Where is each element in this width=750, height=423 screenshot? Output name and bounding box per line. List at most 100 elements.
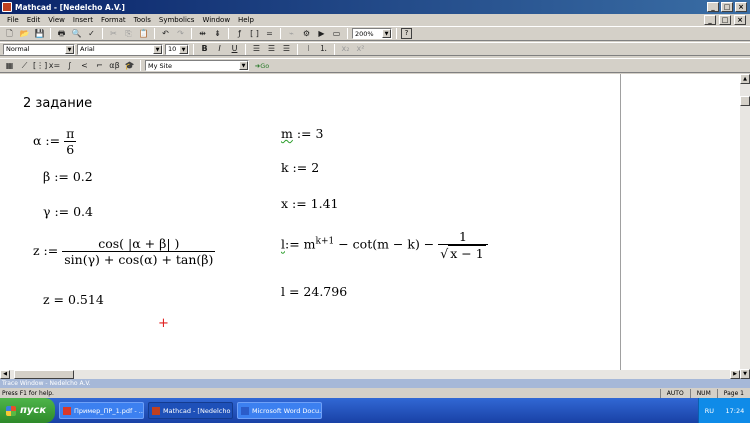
site-value: My Site (148, 61, 173, 70)
alpha-definition[interactable]: α := π 6 (33, 126, 77, 157)
k-definition[interactable]: k := 2 (281, 160, 319, 175)
superscript-icon[interactable]: x² (354, 43, 367, 55)
menu-insert[interactable]: Insert (69, 16, 97, 24)
italic-button[interactable]: I (213, 43, 226, 55)
menu-edit[interactable]: Edit (23, 16, 45, 24)
menu-help[interactable]: Help (234, 16, 258, 24)
chevron-down-icon[interactable]: ▼ (382, 29, 391, 38)
tray-clock[interactable]: 17:24 (726, 407, 745, 415)
horizontal-scrollbar[interactable]: ◀ ▶ (0, 370, 740, 379)
pdf-icon (63, 406, 71, 415)
x-definition[interactable]: x := 1.41 (281, 196, 339, 211)
font-size-combo[interactable]: 10 ▼ (165, 43, 189, 55)
matrix-icon[interactable]: [⋮] (33, 60, 47, 72)
l-definition[interactable]: l:= mk+1 − cot(m − k) − 1 √ x − 1 (281, 229, 488, 261)
chevron-down-icon[interactable]: ▼ (239, 61, 248, 70)
subscript-icon[interactable]: x₂ (339, 43, 352, 55)
underline-button[interactable]: U (228, 43, 241, 55)
bold-button[interactable]: B (198, 43, 211, 55)
print-preview-icon[interactable]: 🔍 (70, 28, 83, 40)
print-icon[interactable]: 🖶 (55, 28, 68, 40)
redo-icon[interactable]: ↷ (174, 28, 187, 40)
menu-bar: File Edit View Insert Format Tools Symbo… (0, 14, 750, 25)
menu-symbolics[interactable]: Symbolics (155, 16, 199, 24)
menu-view[interactable]: View (44, 16, 69, 24)
menu-tools[interactable]: Tools (130, 16, 155, 24)
language-indicator[interactable]: RU (705, 407, 714, 415)
symbolic-icon[interactable]: 🎓 (123, 60, 136, 72)
z-result[interactable]: z = 0.514 (43, 292, 104, 307)
calculus-icon[interactable]: ∫ (63, 60, 76, 72)
gamma-definition[interactable]: γ := 0.4 (43, 204, 93, 219)
align-down-icon[interactable]: ⇟ (211, 28, 224, 40)
task-word[interactable]: Microsoft Word Docu... (237, 402, 322, 419)
minimize-button[interactable]: _ (707, 2, 719, 12)
font-combo[interactable]: Arial ▼ (77, 43, 163, 55)
close-button[interactable]: × (735, 2, 747, 12)
vertical-scroll-thumb[interactable] (740, 96, 750, 106)
style-combo[interactable]: Normal ▼ (3, 43, 75, 55)
menu-file[interactable]: File (3, 16, 23, 24)
align-left-icon[interactable]: ☰ (250, 43, 263, 55)
scroll-right-icon[interactable]: ▶ (730, 370, 740, 379)
new-document-icon[interactable]: 🗋 (3, 28, 16, 40)
alpha-denominator: 6 (64, 141, 77, 157)
greek-icon[interactable]: αβ (108, 60, 121, 72)
mathcad-app-icon[interactable] (2, 2, 12, 12)
go-button[interactable]: ➜Go (251, 60, 273, 72)
spell-check-icon[interactable]: ✓ (85, 28, 98, 40)
menu-format[interactable]: Format (97, 16, 130, 24)
z-definition[interactable]: z := cos( |α + β| ) sin(γ) + cos(α) + ta… (33, 236, 216, 267)
insert-function-icon[interactable]: ƒ (233, 28, 246, 40)
trace-window-bar[interactable]: Trace Window - Nedelcho A.V. (0, 379, 750, 388)
save-icon[interactable]: 💾 (33, 28, 46, 40)
help-button[interactable]: ? (401, 28, 412, 39)
vertical-scrollbar[interactable]: ▲ ▼ (740, 74, 750, 379)
menu-window[interactable]: Window (198, 16, 234, 24)
copy-icon[interactable]: ⎘ (122, 28, 135, 40)
doc-close-button[interactable]: × (734, 14, 746, 25)
chevron-down-icon[interactable]: ▼ (65, 44, 74, 54)
open-folder-icon[interactable]: 📂 (18, 28, 31, 40)
window-title: Mathcad - [Nedelcho A.V.] (15, 2, 125, 12)
undo-icon[interactable]: ↶ (159, 28, 172, 40)
component-wizard-icon[interactable]: ⚙ (300, 28, 313, 40)
page-margin-line (620, 74, 621, 370)
scroll-left-icon[interactable]: ◀ (0, 370, 10, 379)
programming-icon[interactable]: ⌐ (93, 60, 106, 72)
start-button[interactable]: пуск (0, 398, 55, 423)
calculator-icon[interactable]: ▦ (3, 60, 16, 72)
task-pdf[interactable]: Пример_ПР_1.pdf - ... (59, 402, 144, 419)
m-definition[interactable]: m := 3 (281, 126, 323, 141)
bullets-icon[interactable]: ⁝ (302, 43, 315, 55)
l-result[interactable]: l = 24.796 (281, 284, 347, 299)
calculate-icon[interactable]: = (263, 28, 276, 40)
boolean-icon[interactable]: < (78, 60, 91, 72)
scroll-down-icon[interactable]: ▼ (740, 369, 750, 379)
task-mathcad[interactable]: Mathcad - [Nedelcho ... (148, 402, 233, 419)
resource-center-icon[interactable]: ▭ (330, 28, 343, 40)
horizontal-scroll-thumb[interactable] (14, 370, 74, 379)
numbering-icon[interactable]: ⒈ (317, 43, 330, 55)
graph-icon[interactable]: ⟋ (18, 60, 31, 72)
cut-icon[interactable]: ✂ (107, 28, 120, 40)
paste-icon[interactable]: 📋 (137, 28, 150, 40)
doc-minimize-button[interactable]: _ (704, 14, 716, 25)
chevron-down-icon[interactable]: ▼ (179, 44, 188, 54)
insert-hyperlink-icon[interactable]: ⌁ (285, 28, 298, 40)
beta-definition[interactable]: β := 0.2 (43, 169, 93, 184)
maximize-button[interactable]: □ (721, 2, 733, 12)
evaluation-icon[interactable]: x= (48, 60, 61, 72)
run-icon[interactable]: ▶ (315, 28, 328, 40)
worksheet[interactable]: 2 задание α := π 6 β := 0.2 γ := 0.4 z :… (0, 74, 620, 370)
scroll-up-icon[interactable]: ▲ (740, 74, 750, 84)
align-across-icon[interactable]: ⇹ (196, 28, 209, 40)
resource-site-combo[interactable]: My Site ▼ (145, 60, 249, 71)
insert-unit-icon[interactable]: [ ] (248, 28, 261, 40)
zoom-combo[interactable]: 200% ▼ (352, 28, 392, 39)
chevron-down-icon[interactable]: ▼ (153, 44, 162, 54)
worksheet-heading[interactable]: 2 задание (23, 96, 92, 111)
align-center-icon[interactable]: ☰ (265, 43, 278, 55)
align-right-icon[interactable]: ☰ (280, 43, 293, 55)
doc-restore-button[interactable]: □ (719, 14, 731, 25)
